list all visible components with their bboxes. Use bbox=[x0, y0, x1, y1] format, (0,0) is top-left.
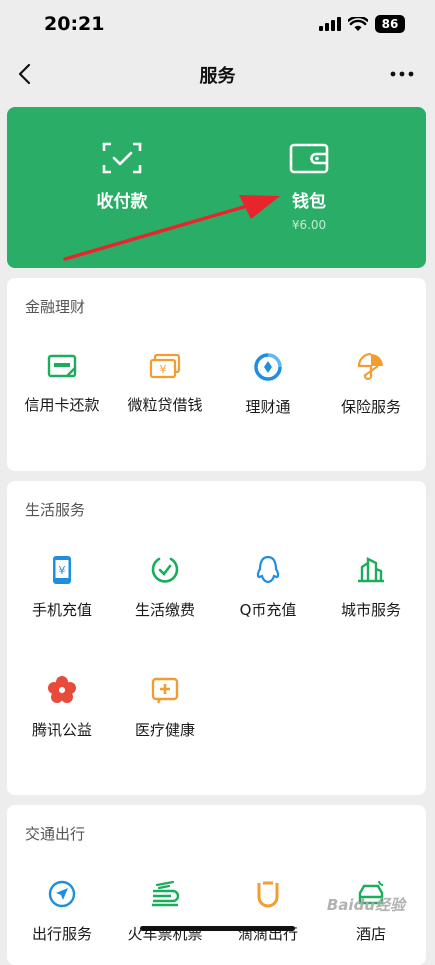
page-title: 服务 bbox=[199, 66, 236, 87]
grid-label: 理财通 bbox=[245, 398, 291, 416]
collect-payment-label: 收付款 bbox=[96, 192, 148, 212]
qq-coin-topup-button[interactable]: Q币充值 bbox=[216, 555, 320, 620]
credit-card-icon bbox=[47, 354, 77, 378]
phone-topup-icon: ¥ bbox=[53, 556, 71, 584]
grid-label: 腾讯公益 bbox=[31, 721, 92, 739]
insurance-icon bbox=[357, 352, 383, 381]
finance-section: 金融理财 信用卡还款 ¥ 微粒贷借钱 理财通 保险服务 bbox=[7, 278, 426, 471]
travel-section: 交通出行 出行服务 火车票机票 滴滴出行 酒店 bbox=[7, 805, 426, 965]
svg-text:¥: ¥ bbox=[160, 363, 167, 376]
phone-topup-button[interactable]: ¥ 手机充值 bbox=[10, 555, 114, 620]
utility-bill-icon bbox=[151, 557, 179, 583]
wealth-management-button[interactable]: 理财通 bbox=[216, 352, 320, 417]
wifi-icon bbox=[348, 16, 368, 31]
scan-check-icon bbox=[102, 142, 142, 174]
grid-label: 医疗健康 bbox=[134, 721, 195, 739]
travel-service-button[interactable]: 出行服务 bbox=[10, 879, 114, 944]
status-bar: 20:21 86 bbox=[0, 0, 435, 50]
qq-coin-icon bbox=[256, 555, 280, 584]
loan-icon: ¥ bbox=[149, 353, 181, 379]
wallet-balance: ¥6.00 bbox=[291, 218, 327, 232]
navigation-bar: 服务 bbox=[0, 50, 435, 98]
svg-text:¥: ¥ bbox=[59, 564, 66, 577]
charity-icon bbox=[48, 676, 76, 703]
wallet-icon bbox=[289, 143, 329, 174]
section-title: 生活服务 bbox=[25, 501, 86, 519]
train-flight-ticket-button[interactable]: 火车票机票 bbox=[113, 879, 217, 944]
credit-card-repay-button[interactable]: 信用卡还款 bbox=[10, 352, 114, 415]
medical-icon bbox=[151, 677, 179, 704]
insurance-button[interactable]: 保险服务 bbox=[319, 352, 423, 417]
collect-payment-button[interactable]: 收付款 bbox=[62, 141, 182, 212]
city-service-button[interactable]: 城市服务 bbox=[319, 555, 423, 620]
wallet-card: 收付款 钱包 ¥6.00 bbox=[7, 107, 426, 268]
train-ticket-icon bbox=[152, 880, 180, 907]
grid-label: 信用卡还款 bbox=[24, 396, 100, 414]
status-icons: 86 bbox=[319, 15, 405, 33]
more-icon[interactable] bbox=[389, 62, 415, 86]
didi-icon bbox=[257, 881, 279, 908]
travel-service-icon bbox=[48, 880, 76, 908]
status-time: 20:21 bbox=[44, 13, 105, 35]
medical-health-button[interactable]: 医疗健康 bbox=[113, 675, 217, 740]
utility-bill-button[interactable]: 生活缴费 bbox=[113, 555, 217, 620]
wallet-label: 钱包 bbox=[292, 192, 326, 212]
section-title: 交通出行 bbox=[25, 825, 86, 843]
life-services-section: 生活服务 ¥ 手机充值 生活缴费 Q币充值 城市服务 腾讯公益 医疗健康 bbox=[7, 481, 426, 795]
didi-button[interactable]: 滴滴出行 bbox=[216, 879, 320, 944]
loan-button[interactable]: ¥ 微粒贷借钱 bbox=[113, 352, 217, 415]
grid-label: 微粒贷借钱 bbox=[127, 396, 203, 414]
grid-label: Q币充值 bbox=[239, 601, 297, 619]
wallet-button[interactable]: 钱包 ¥6.00 bbox=[249, 141, 369, 232]
grid-label: 手机充值 bbox=[31, 601, 92, 619]
section-title: 金融理财 bbox=[25, 298, 86, 316]
grid-label: 城市服务 bbox=[340, 601, 401, 619]
charity-button[interactable]: 腾讯公益 bbox=[10, 675, 114, 740]
home-indicator[interactable] bbox=[140, 926, 295, 931]
signal-icon bbox=[319, 17, 341, 31]
battery-icon: 86 bbox=[375, 15, 405, 33]
grid-label: 生活缴费 bbox=[134, 601, 195, 619]
wealth-icon bbox=[254, 353, 282, 381]
watermark: Baidu经验 bbox=[326, 896, 405, 914]
grid-label: 保险服务 bbox=[340, 398, 401, 416]
city-service-icon bbox=[358, 557, 384, 583]
